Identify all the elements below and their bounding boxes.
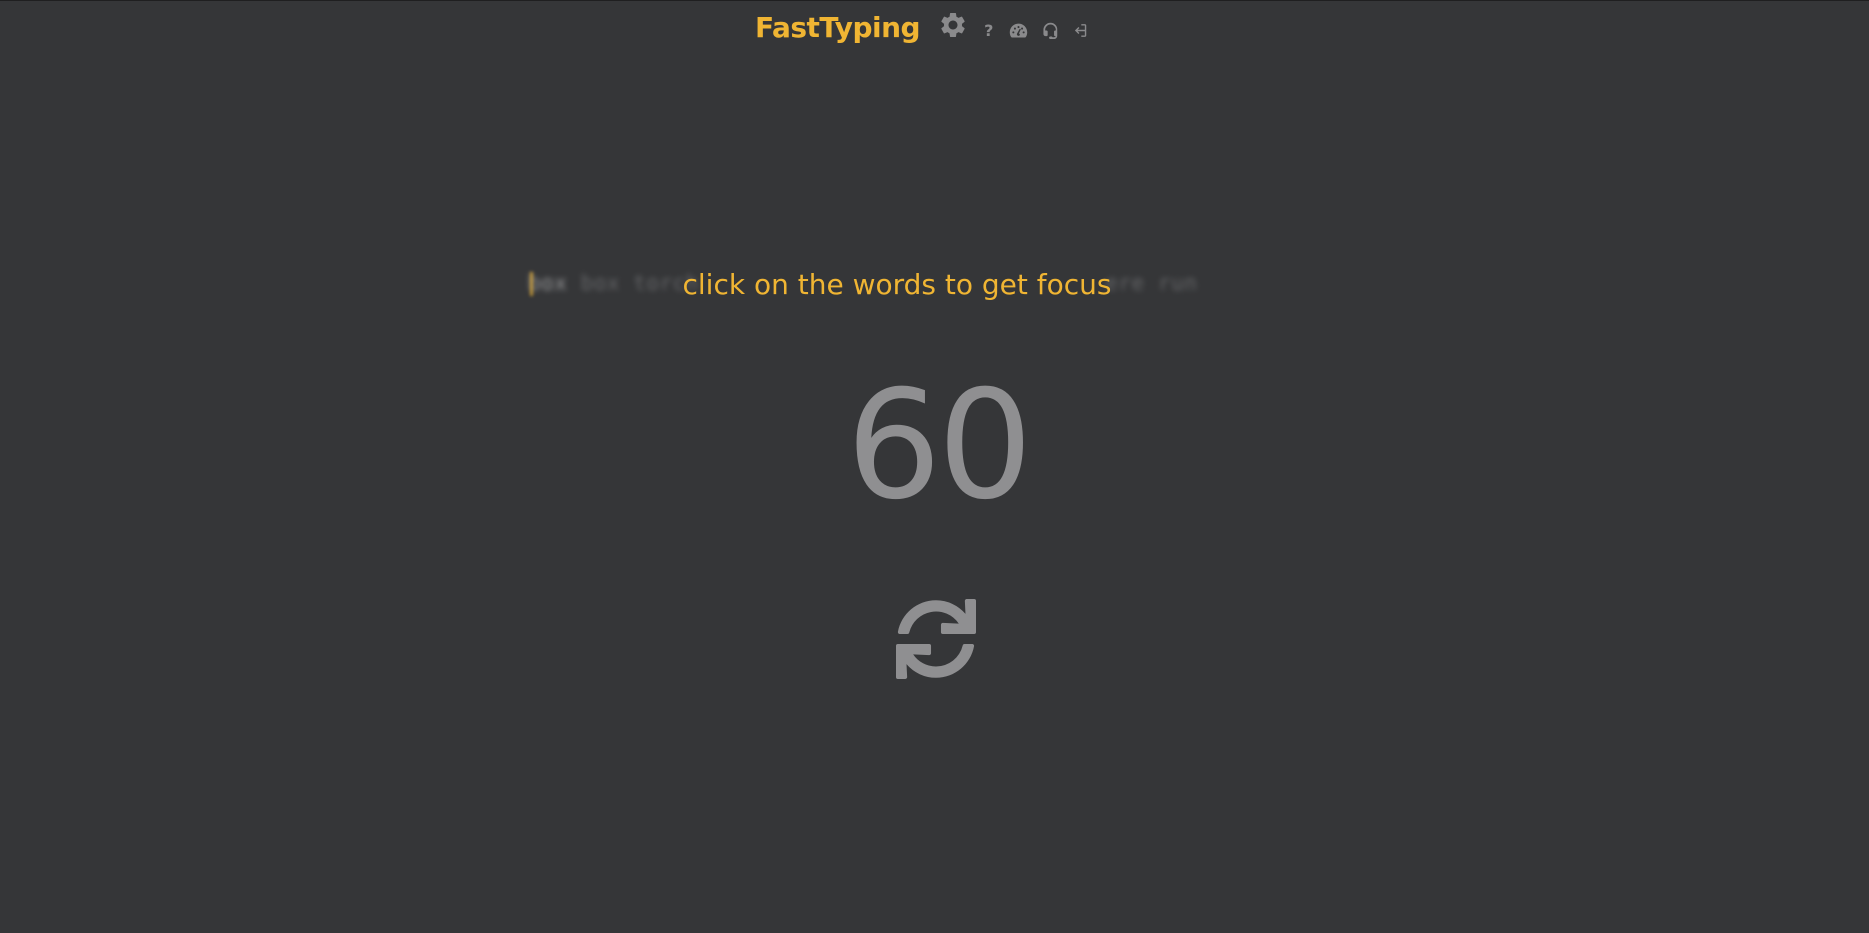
header: FastTyping ? [755,7,1091,47]
countdown-timer: 60 [846,359,1033,533]
page: FastTyping ? box box torch ere run click… [0,0,1869,933]
settings-button[interactable] [938,10,968,40]
support-button[interactable] [1042,22,1059,39]
restart-button[interactable] [896,599,976,681]
logo[interactable]: FastTyping [755,11,921,44]
typing-words-area[interactable]: box box torch ere run click on the words… [528,263,1258,307]
refresh-icon [896,599,976,679]
speed-test-button[interactable] [1009,22,1028,38]
gear-icon [941,12,965,37]
focus-message[interactable]: click on the words to get focus [528,263,1258,307]
help-button[interactable]: ? [984,21,993,40]
login-button[interactable] [1073,22,1091,39]
speedometer-icon [1010,23,1028,38]
sign-in-icon [1075,23,1087,37]
headset-icon [1043,22,1058,39]
question-icon: ? [984,20,994,40]
